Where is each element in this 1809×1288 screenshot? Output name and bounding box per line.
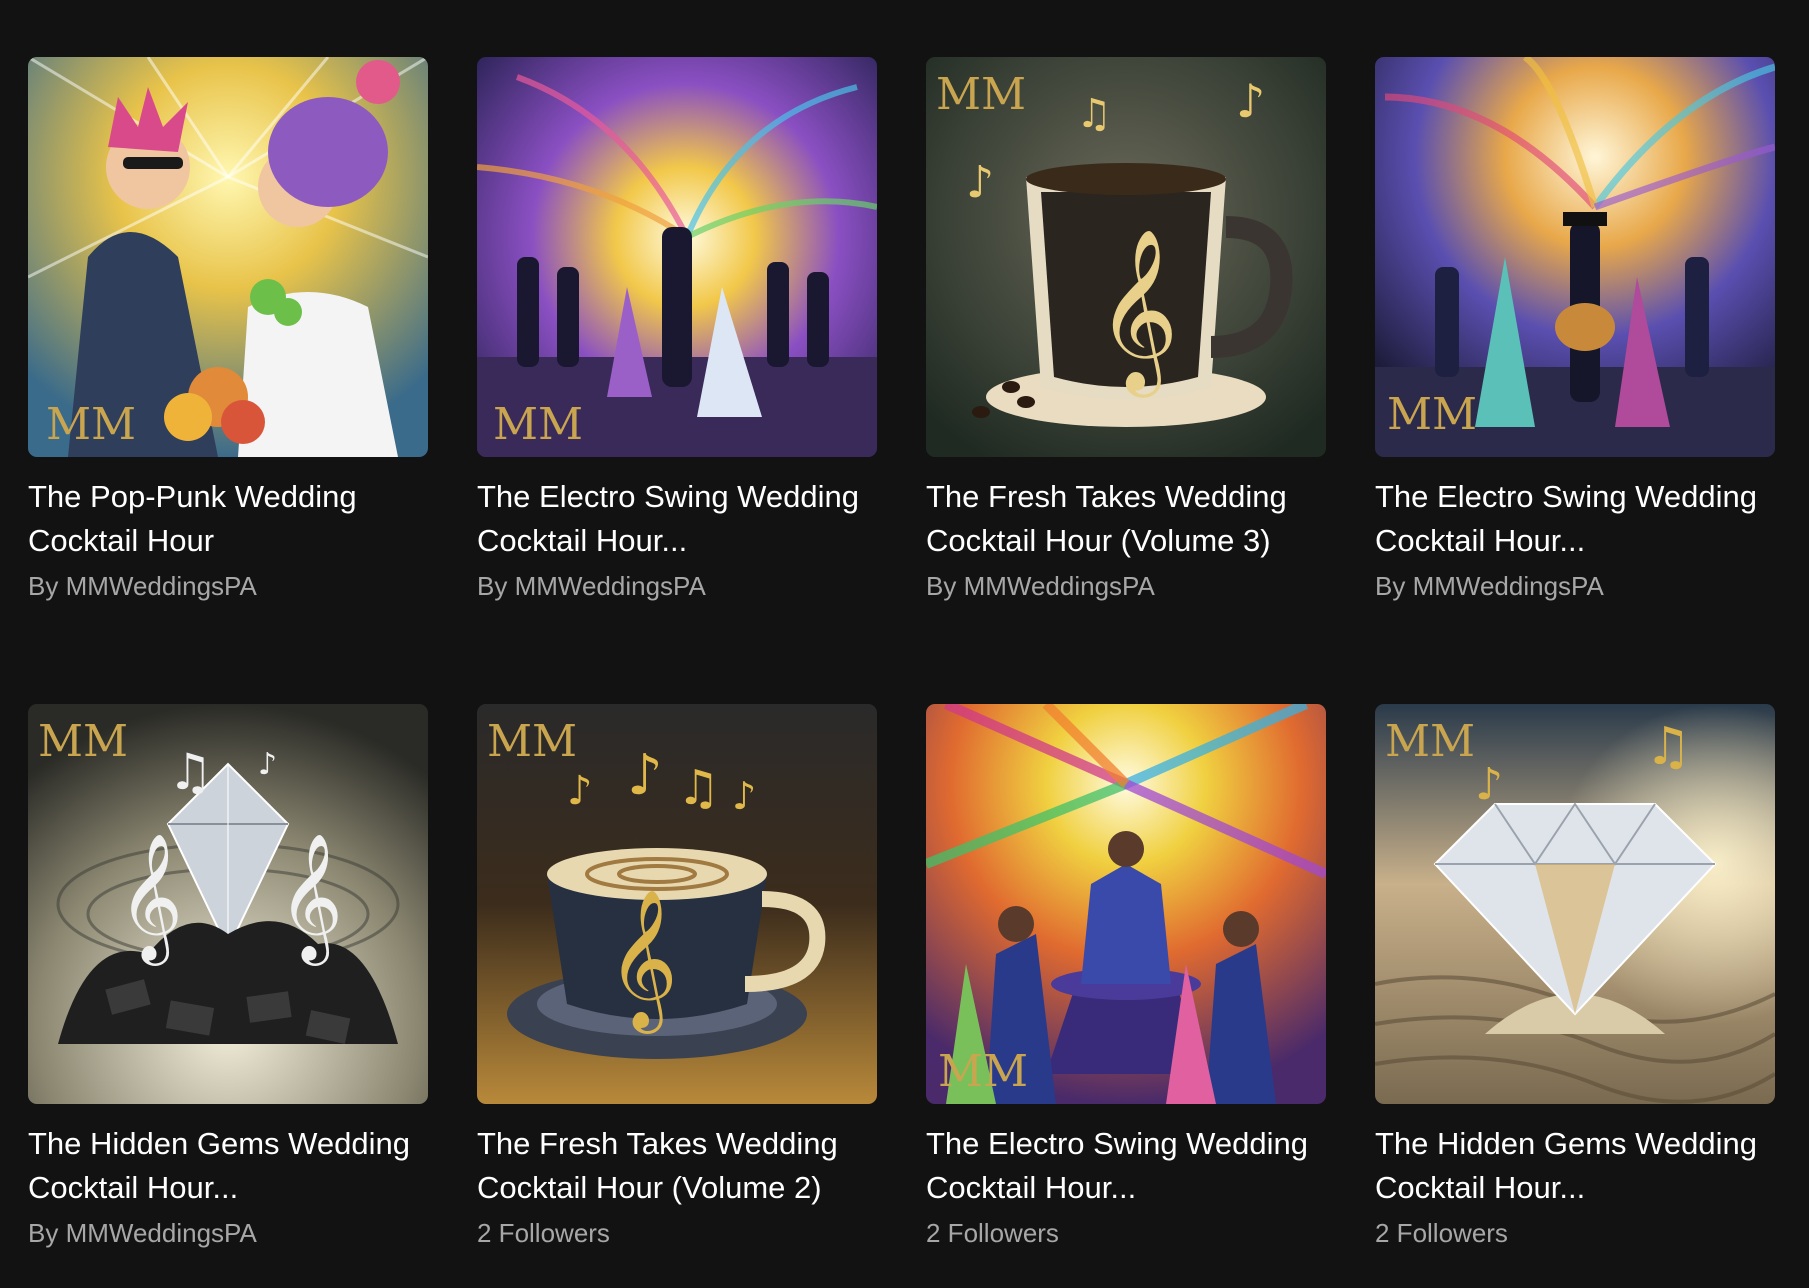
playlist-subtitle[interactable]: 2 Followers <box>926 1216 1326 1250</box>
playlist-card[interactable]: MM The Pop-Punk Wedding Cocktail Hour By… <box>28 57 428 641</box>
playlist-title[interactable]: The Electro Swing Wedding Cocktail Hour.… <box>1375 475 1775 563</box>
svg-text:♫: ♫ <box>677 760 720 816</box>
playlist-cover-image[interactable]: MM <box>477 57 877 457</box>
playlist-subtitle[interactable]: By MMWeddingsPA <box>1375 569 1775 603</box>
playlist-card[interactable]: 𝄞 ♫ ♪ ♪ MM The Fresh Takes Wedding Cockt… <box>926 57 1326 641</box>
playlist-cover-image[interactable]: 𝄞 ♫ ♪ ♪ MM <box>926 57 1326 457</box>
playlist-subtitle[interactable]: 2 Followers <box>477 1216 877 1250</box>
playlist-title[interactable]: The Fresh Takes Wedding Cocktail Hour (V… <box>477 1122 877 1210</box>
svg-text:♪: ♪ <box>732 774 756 818</box>
playlist-cover-image[interactable]: 𝄞 ♪ ♪ ♫ ♪ MM <box>477 704 877 1104</box>
playlist-card[interactable]: 𝄞 𝄞 ♫ ♪ MM The Hidden Gems Wedding Cockt… <box>28 704 428 1288</box>
playlist-card[interactable]: 𝄞 ♪ ♪ ♫ ♪ MM The Fresh Takes Wedding Coc… <box>477 704 877 1288</box>
mm-logo-text: MM <box>493 399 583 450</box>
mm-logo-text: MM <box>1385 716 1475 767</box>
svg-text:♪: ♪ <box>567 768 593 814</box>
playlist-title[interactable]: The Fresh Takes Wedding Cocktail Hour (V… <box>926 475 1326 563</box>
svg-text:♪: ♪ <box>966 157 994 208</box>
playlist-title[interactable]: The Electro Swing Wedding Cocktail Hour.… <box>926 1122 1326 1210</box>
svg-text:♫: ♫ <box>1645 717 1692 777</box>
playlist-cover-image[interactable]: ♫ ♪ MM <box>1375 704 1775 1104</box>
svg-text:𝄞: 𝄞 <box>278 832 343 966</box>
playlist-subtitle[interactable]: By MMWeddingsPA <box>477 569 877 603</box>
playlist-title[interactable]: The Pop-Punk Wedding Cocktail Hour <box>28 475 428 563</box>
playlist-cover-image[interactable]: MM <box>1375 57 1775 457</box>
playlist-grid: MM The Pop-Punk Wedding Cocktail Hour By… <box>28 57 1775 1288</box>
svg-text:♪: ♪ <box>1475 759 1503 810</box>
playlist-card[interactable]: MM The Electro Swing Wedding Cocktail Ho… <box>1375 57 1775 641</box>
mm-logo-text: MM <box>38 716 128 767</box>
mm-logo-text: MM <box>46 399 136 450</box>
svg-text:♫: ♫ <box>1076 91 1112 137</box>
playlist-title[interactable]: The Hidden Gems Wedding Cocktail Hour... <box>28 1122 428 1210</box>
playlist-title[interactable]: The Hidden Gems Wedding Cocktail Hour... <box>1375 1122 1775 1210</box>
playlist-card[interactable]: MM The Electro Swing Wedding Cocktail Ho… <box>926 704 1326 1288</box>
mm-logo-text: MM <box>936 69 1026 120</box>
svg-text:♪: ♪ <box>1236 74 1265 128</box>
mm-logo-text: MM <box>938 1046 1028 1097</box>
playlist-subtitle[interactable]: By MMWeddingsPA <box>28 569 428 603</box>
mm-logo-text: MM <box>1387 389 1477 440</box>
playlist-cover-image[interactable]: MM <box>28 57 428 457</box>
svg-text:𝄞: 𝄞 <box>118 832 183 966</box>
playlist-subtitle[interactable]: By MMWeddingsPA <box>28 1216 428 1250</box>
playlist-subtitle[interactable]: 2 Followers <box>1375 1216 1775 1250</box>
playlist-cover-image[interactable]: 𝄞 𝄞 ♫ ♪ MM <box>28 704 428 1104</box>
svg-text:𝄞: 𝄞 <box>1096 228 1179 398</box>
mm-logo-text: MM <box>487 716 577 767</box>
svg-text:♪: ♪ <box>258 747 277 782</box>
playlist-subtitle[interactable]: By MMWeddingsPA <box>926 569 1326 603</box>
svg-text:♫: ♫ <box>168 743 213 801</box>
playlist-cover-image[interactable]: MM <box>926 704 1326 1104</box>
playlist-title[interactable]: The Electro Swing Wedding Cocktail Hour.… <box>477 475 877 563</box>
svg-text:𝄞: 𝄞 <box>607 889 678 1034</box>
playlist-card[interactable]: MM The Electro Swing Wedding Cocktail Ho… <box>477 57 877 641</box>
svg-text:♪: ♪ <box>627 743 663 808</box>
playlist-card[interactable]: ♫ ♪ MM The Hidden Gems Wedding Cocktail … <box>1375 704 1775 1288</box>
